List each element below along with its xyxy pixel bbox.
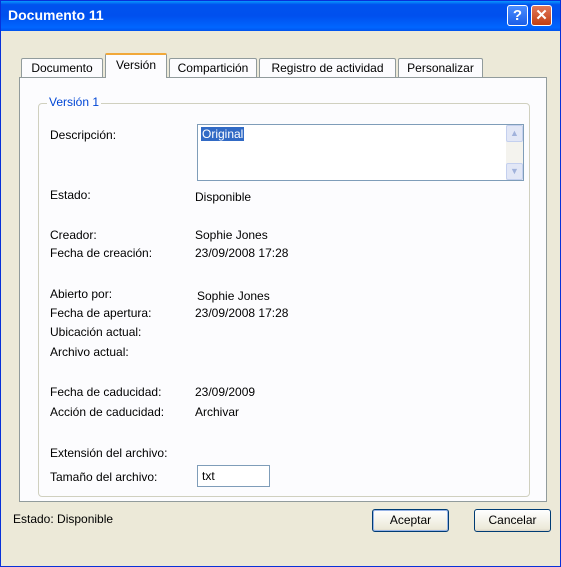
status-text: Estado: Disponible — [13, 512, 114, 526]
file-extension-input[interactable]: txt — [197, 465, 270, 487]
version-group: Versión 1 Descripción: Original ▲ ▼ Esta… — [38, 95, 530, 497]
group-title: Versión 1 — [47, 95, 102, 109]
opened-by-value: Sophie Jones — [197, 289, 270, 303]
description-value: Original — [201, 127, 245, 141]
open-date-label: Fecha de apertura: — [50, 306, 152, 320]
current-file-label: Archivo actual: — [50, 345, 129, 359]
tab-comparticion[interactable]: Compartición — [169, 58, 257, 77]
expiry-action-label: Acción de caducidad: — [50, 405, 165, 419]
status-label: Estado: — [50, 188, 91, 202]
expiry-date-value: 23/09/2009 — [195, 385, 256, 399]
creation-date-label: Fecha de creación: — [50, 246, 153, 260]
creator-value: Sophie Jones — [195, 228, 268, 242]
tab-panel-version: Versión 1 Descripción: Original ▲ ▼ Esta… — [19, 77, 547, 502]
tab-personalizar[interactable]: Personalizar — [398, 58, 483, 77]
title-bar[interactable]: Documento 11 ? ✕ — [1, 1, 560, 31]
open-date-value: 23/09/2008 17:28 — [195, 306, 289, 320]
tab-registro-actividad[interactable]: Registro de actividad — [259, 58, 396, 77]
description-textarea[interactable]: Original ▲ ▼ — [197, 124, 524, 181]
tab-documento[interactable]: Documento — [21, 58, 103, 77]
dialog-window: Documento 11 ? ✕ Documento Versión Compa… — [0, 0, 561, 567]
expiry-action-value: Archivar — [195, 405, 240, 419]
scroll-up-icon[interactable]: ▲ — [506, 125, 523, 142]
cancel-button[interactable]: Cancelar — [474, 509, 551, 532]
scroll-down-icon[interactable]: ▼ — [506, 163, 523, 180]
accept-button[interactable]: Aceptar — [372, 509, 449, 532]
tab-version[interactable]: Versión — [105, 53, 167, 78]
creation-date-value: 23/09/2008 17:28 — [195, 246, 289, 260]
file-size-label: Tamaño del archivo: — [50, 470, 158, 484]
description-scrollbar[interactable]: ▲ ▼ — [506, 125, 523, 180]
help-button[interactable]: ? — [507, 5, 528, 26]
expiry-date-label: Fecha de caducidad: — [50, 385, 162, 399]
file-extension-label: Extensión del archivo: — [50, 446, 168, 460]
close-button[interactable]: ✕ — [531, 5, 552, 26]
creator-label: Creador: — [50, 228, 97, 242]
status-value: Disponible — [195, 190, 252, 204]
window-title: Documento 11 — [8, 7, 104, 23]
description-label: Descripción: — [50, 128, 117, 142]
current-location-label: Ubicación actual: — [50, 325, 142, 339]
opened-by-label: Abierto por: — [50, 287, 113, 301]
